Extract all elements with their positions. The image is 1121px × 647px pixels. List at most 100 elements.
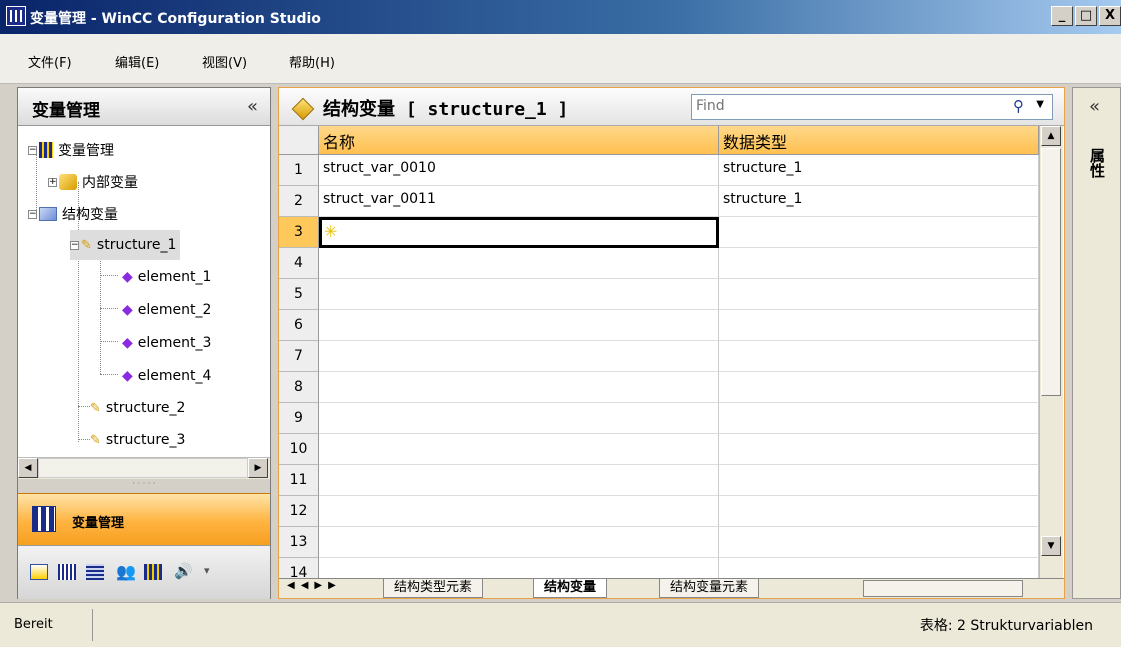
text-library-icon[interactable]: [144, 564, 162, 580]
close-button[interactable]: X: [1099, 6, 1121, 26]
tab-structure-tag-elements[interactable]: 结构变量元素: [659, 579, 760, 598]
status-bar: Bereit 表格: 2 Strukturvariablen: [0, 602, 1121, 647]
cell-name[interactable]: [319, 341, 719, 372]
element-icon: ◆: [122, 302, 133, 318]
row-header[interactable]: 5: [279, 279, 319, 310]
cell-datatype[interactable]: [719, 217, 1039, 248]
tree-node-structure-3[interactable]: ✎ structure_3: [90, 425, 185, 455]
expand-icon[interactable]: +: [48, 177, 57, 187]
row-header[interactable]: 3: [279, 217, 319, 248]
cell-name[interactable]: [319, 217, 719, 248]
row-header[interactable]: 10: [279, 434, 319, 465]
scroll-thumb[interactable]: [38, 458, 248, 478]
cell-name[interactable]: struct_var_0010: [319, 155, 719, 186]
menu-help[interactable]: 帮助(H): [289, 52, 335, 71]
cell-name[interactable]: [319, 465, 719, 496]
tab-structure-tags[interactable]: 结构变量: [533, 579, 608, 598]
cell-datatype[interactable]: [719, 465, 1039, 496]
table-icon[interactable]: [86, 564, 104, 580]
cell-name[interactable]: [319, 434, 719, 465]
find-input[interactable]: [696, 98, 996, 114]
row-header[interactable]: 8: [279, 372, 319, 403]
row-header[interactable]: 11: [279, 465, 319, 496]
cell-datatype[interactable]: [719, 310, 1039, 341]
minimize-button[interactable]: _: [1051, 6, 1073, 26]
row-header[interactable]: 1: [279, 155, 319, 186]
cell-datatype[interactable]: [719, 341, 1039, 372]
collapse-left-icon[interactable]: «: [247, 96, 258, 117]
cell-datatype[interactable]: [719, 403, 1039, 434]
column-header-datatype[interactable]: 数据类型: [719, 126, 1039, 155]
cell-datatype[interactable]: [719, 279, 1039, 310]
tree-horizontal-scrollbar[interactable]: ◀ ▶: [18, 457, 270, 479]
cell-name[interactable]: [319, 310, 719, 341]
row-header[interactable]: 2: [279, 186, 319, 217]
menu-view[interactable]: 视图(V): [202, 52, 247, 71]
cell-name[interactable]: [319, 558, 719, 578]
row-header[interactable]: 9: [279, 403, 319, 434]
tabs-horizontal-scrollbar[interactable]: [863, 580, 1023, 597]
search-icon[interactable]: ⚲: [1013, 97, 1024, 115]
menu-edit[interactable]: 编辑(E): [115, 52, 159, 71]
find-box[interactable]: ⚲ ▼: [691, 94, 1053, 120]
grid-corner[interactable]: [279, 126, 319, 155]
archive-icon[interactable]: [58, 564, 76, 580]
column-header-name[interactable]: 名称: [319, 126, 719, 155]
properties-label[interactable]: 属性: [1087, 148, 1108, 178]
tree-node-tag-management[interactable]: − 变量管理: [28, 135, 114, 165]
cell-name[interactable]: struct_var_0011: [319, 186, 719, 217]
cell-datatype[interactable]: [719, 527, 1039, 558]
tree-node-structure-2[interactable]: ✎ structure_2: [90, 393, 185, 423]
collapse-icon[interactable]: −: [28, 209, 37, 219]
tree-node-element-1[interactable]: ◆ element_1: [122, 262, 211, 292]
cell-datatype[interactable]: structure_1: [719, 155, 1039, 186]
row-header[interactable]: 6: [279, 310, 319, 341]
row-header[interactable]: 12: [279, 496, 319, 527]
cell-name[interactable]: [319, 372, 719, 403]
chevron-down-icon[interactable]: ▼: [1036, 99, 1044, 110]
row-header[interactable]: 13: [279, 527, 319, 558]
more-dropdown-icon[interactable]: ▾: [204, 564, 210, 577]
tree-node-structure-tags[interactable]: − 结构变量: [28, 199, 118, 229]
cell-datatype[interactable]: structure_1: [719, 186, 1039, 217]
alarm-icon[interactable]: [30, 564, 48, 580]
cell-datatype[interactable]: [719, 372, 1039, 403]
cell-datatype[interactable]: [719, 496, 1039, 527]
cell-name[interactable]: [319, 496, 719, 527]
collapse-right-icon[interactable]: «: [1089, 96, 1100, 117]
scroll-thumb[interactable]: [1041, 148, 1061, 396]
scroll-left-icon[interactable]: ◀: [18, 458, 38, 478]
status-text: Bereit: [14, 617, 53, 632]
nav-tag-management-button[interactable]: 变量管理: [18, 493, 270, 545]
tab-structure-type-elements[interactable]: 结构类型元素: [383, 579, 484, 598]
editor-title: 结构变量 [ structure_1 ]: [323, 99, 569, 120]
tree-node-element-3[interactable]: ◆ element_3: [122, 328, 211, 358]
tree-node-element-4[interactable]: ◆ element_4: [122, 361, 211, 391]
cell-name[interactable]: [319, 248, 719, 279]
tree-node-internal-tags[interactable]: + 内部变量: [48, 167, 138, 197]
structure-type-icon: ✎: [90, 400, 101, 416]
panel-splitter[interactable]: · · · · ·: [18, 479, 270, 493]
tree-node-structure-1[interactable]: − ✎ structure_1: [70, 230, 181, 260]
cell-datatype[interactable]: [719, 434, 1039, 465]
tab-navigation-icon[interactable]: ◀◀▶▶: [287, 580, 342, 591]
cell-datatype[interactable]: [719, 558, 1039, 578]
collapse-icon[interactable]: −: [70, 240, 79, 250]
row-header[interactable]: 14: [279, 558, 319, 578]
cell-name[interactable]: [319, 527, 719, 558]
cell-datatype[interactable]: [719, 248, 1039, 279]
speaker-icon[interactable]: 🔊: [174, 562, 193, 580]
scroll-up-icon[interactable]: ▲: [1041, 126, 1061, 146]
cell-name[interactable]: [319, 279, 719, 310]
cell-name[interactable]: [319, 403, 719, 434]
menu-file[interactable]: 文件(F): [28, 52, 72, 71]
row-header[interactable]: 4: [279, 248, 319, 279]
scroll-down-icon[interactable]: ▼: [1041, 536, 1061, 556]
scroll-right-icon[interactable]: ▶: [248, 458, 268, 478]
grid-vertical-scrollbar[interactable]: ▲ ▼: [1039, 126, 1063, 578]
collapse-icon[interactable]: −: [28, 145, 37, 155]
users-icon[interactable]: 👥: [116, 562, 136, 581]
tree-node-element-2[interactable]: ◆ element_2: [122, 295, 211, 325]
maximize-button[interactable]: □: [1075, 6, 1097, 26]
row-header[interactable]: 7: [279, 341, 319, 372]
